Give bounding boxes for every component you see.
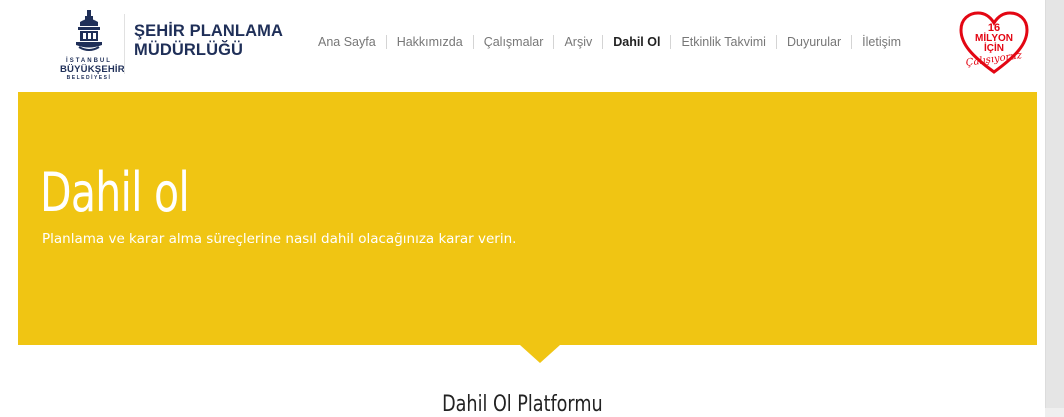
nav-item-iletisim[interactable]: İletişim: [851, 35, 911, 49]
nav-item-duyurular[interactable]: Duyurular: [775, 35, 851, 49]
nav-item-dahil-ol[interactable]: Dahil Ol: [602, 35, 670, 49]
main-nav: Ana Sayfa Hakkımızda Çalışmalar Arşiv Da…: [318, 33, 911, 51]
ibb-crest-icon: [76, 10, 102, 51]
section-title: Dahil Ol Platformu: [0, 392, 1045, 417]
hero-pointer-arrow: [520, 345, 560, 363]
nav-item-calismalar[interactable]: Çalışmalar: [472, 35, 554, 49]
page: İSTANBUL BÜYÜKŞEHİR BELEDİYESİ ŞEHİR PLA…: [0, 0, 1045, 417]
nav-item-hakkimizda[interactable]: Hakkımızda: [385, 35, 473, 49]
hero-banner: Dahil ol Planlama ve karar alma süreçler…: [18, 92, 1037, 345]
site-title[interactable]: ŞEHİR PLANLAMA MÜDÜRLÜĞÜ: [134, 22, 283, 60]
header-divider: [124, 14, 125, 74]
ibb-logo-line3: BELEDİYESİ: [66, 74, 112, 81]
vertical-scrollbar[interactable]: [1045, 0, 1064, 417]
nav-item-etkinlik-takvimi[interactable]: Etkinlik Takvimi: [670, 35, 776, 49]
ibb-logo-text: İSTANBUL BÜYÜKŞEHİR BELEDİYESİ: [60, 58, 125, 81]
site-header: İSTANBUL BÜYÜKŞEHİR BELEDİYESİ ŞEHİR PLA…: [0, 0, 1045, 90]
16-milyon-badge[interactable]: 16 MİLYON İÇİN Çalışıyoruz: [958, 10, 1030, 76]
nav-item-ana-sayfa[interactable]: Ana Sayfa: [318, 35, 386, 49]
section-title-text: Dahil Ol Platformu: [442, 392, 603, 417]
ibb-logo[interactable]: İSTANBUL BÜYÜKŞEHİR BELEDİYESİ: [60, 10, 125, 82]
ibb-logo-line2: BÜYÜKŞEHİR: [60, 64, 125, 75]
site-title-line2: MÜDÜRLÜĞÜ: [134, 41, 244, 59]
badge-text: 16 MİLYON İÇİN Çalışıyoruz: [958, 23, 1030, 69]
hero-title: Dahil ol: [40, 161, 190, 224]
hero-subtitle: Planlama ve karar alma süreçlerine nasıl…: [42, 231, 517, 247]
nav-item-arsiv[interactable]: Arşiv: [553, 35, 602, 49]
scrollbar-thumb[interactable]: [1045, 0, 1064, 408]
site-title-line1: ŞEHİR PLANLAMA: [134, 22, 283, 40]
